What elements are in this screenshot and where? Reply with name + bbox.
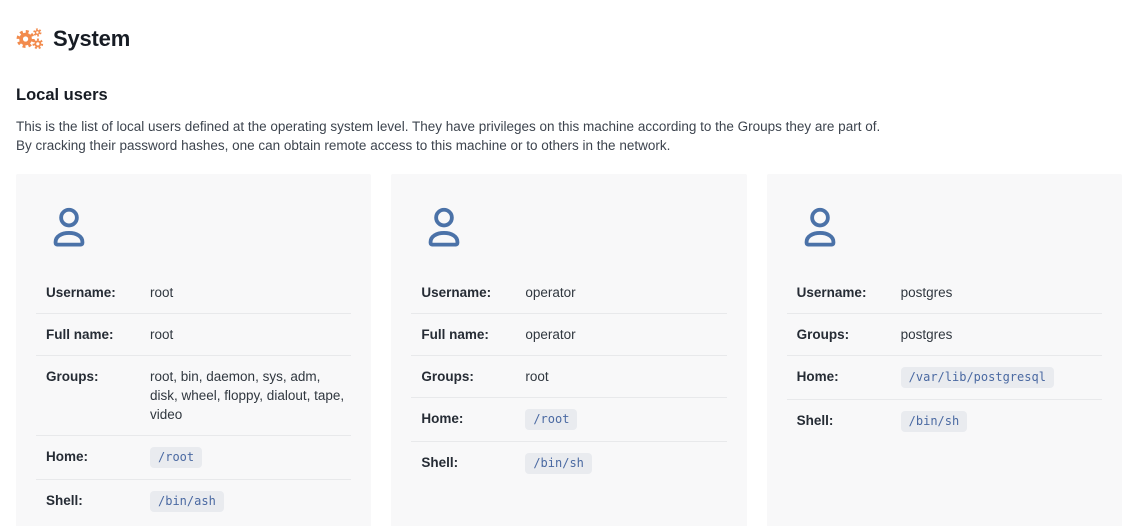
field-row: Shell: /bin/ash <box>36 479 351 523</box>
field-row: Groups: postgres <box>787 313 1102 355</box>
field-value: operator <box>525 325 726 344</box>
code-value: /root <box>525 409 577 430</box>
field-value: root, bin, daemon, sys, adm, disk, wheel… <box>150 367 351 424</box>
field-row: Groups: root, bin, daemon, sys, adm, dis… <box>36 355 351 435</box>
field-label: Home: <box>46 447 150 466</box>
field-label: Groups: <box>421 367 525 386</box>
field-value: root <box>150 283 351 302</box>
user-fields: Username: operator Full name: operator G… <box>411 272 726 485</box>
field-label: Shell: <box>46 491 150 510</box>
field-value: root <box>525 367 726 386</box>
field-label: Username: <box>421 283 525 302</box>
code-value: /bin/sh <box>901 411 968 432</box>
user-fields: Username: root Full name: root Groups: r… <box>36 272 351 523</box>
field-row: Username: operator <box>411 272 726 313</box>
field-label: Home: <box>421 409 525 428</box>
user-icon <box>421 201 746 258</box>
description-line-2: By cracking their password hashes, one c… <box>16 136 1122 155</box>
page-header: System <box>15 25 1122 53</box>
field-row: Groups: root <box>411 355 726 397</box>
field-row: Home: /root <box>36 435 351 479</box>
field-label: Groups: <box>797 325 901 344</box>
user-card: Username: root Full name: root Groups: r… <box>16 174 371 526</box>
code-value: /bin/sh <box>525 453 592 474</box>
field-row: Full name: root <box>36 313 351 355</box>
field-row: Shell: /bin/sh <box>787 399 1102 443</box>
field-value: /var/lib/postgresql <box>901 367 1102 388</box>
description-line-1: This is the list of local users defined … <box>16 117 1122 136</box>
field-row: Shell: /bin/sh <box>411 441 726 485</box>
field-row: Username: postgres <box>787 272 1102 313</box>
field-label: Groups: <box>46 367 150 386</box>
field-value: /root <box>150 447 351 468</box>
code-value: /root <box>150 447 202 468</box>
field-row: Home: /var/lib/postgresql <box>787 355 1102 399</box>
field-value: /bin/sh <box>901 411 1102 432</box>
field-value: postgres <box>901 325 1102 344</box>
field-label: Username: <box>46 283 150 302</box>
user-icon <box>797 201 1122 258</box>
field-label: Full name: <box>46 325 150 344</box>
field-value: postgres <box>901 283 1102 302</box>
user-fields: Username: postgres Groups: postgres Home… <box>787 272 1102 443</box>
field-value: /root <box>525 409 726 430</box>
field-row: Username: root <box>36 272 351 313</box>
field-label: Shell: <box>797 411 901 430</box>
field-value: /bin/sh <box>525 453 726 474</box>
user-cards: Username: root Full name: root Groups: r… <box>16 174 1122 526</box>
field-label: Home: <box>797 367 901 386</box>
user-icon <box>46 201 371 258</box>
field-label: Shell: <box>421 453 525 472</box>
field-label: Username: <box>797 283 901 302</box>
field-value: /bin/ash <box>150 491 351 512</box>
local-users-description: This is the list of local users defined … <box>16 117 1122 155</box>
field-label: Full name: <box>421 325 525 344</box>
code-value: /bin/ash <box>150 491 224 512</box>
field-value: root <box>150 325 351 344</box>
field-row: Full name: operator <box>411 313 726 355</box>
user-card: Username: operator Full name: operator G… <box>391 174 746 526</box>
user-card: Username: postgres Groups: postgres Home… <box>767 174 1122 526</box>
local-users-heading: Local users <box>16 85 1122 105</box>
field-value: operator <box>525 283 726 302</box>
code-value: /var/lib/postgresql <box>901 367 1054 388</box>
field-row: Home: /root <box>411 397 726 441</box>
gears-icon <box>15 25 44 53</box>
page-title: System <box>53 26 130 52</box>
